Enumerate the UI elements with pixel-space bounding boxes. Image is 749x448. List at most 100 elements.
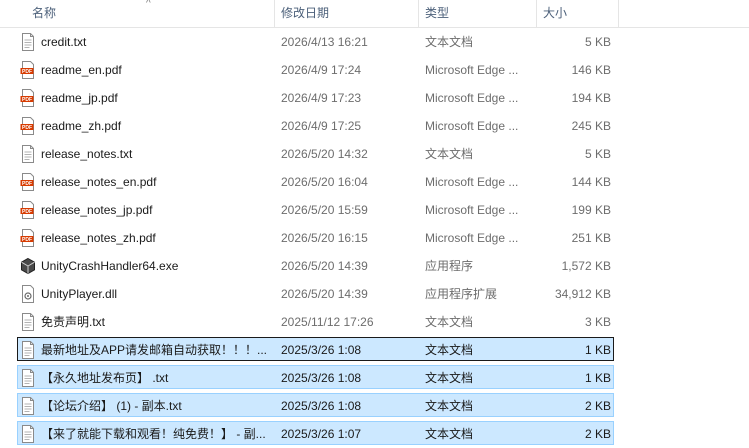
file-modified: 2026/4/9 17:24 bbox=[281, 63, 362, 77]
file-row[interactable]: 【永久地址发布页】 .txt 2025/3/26 1:08 文本文档 1 KB bbox=[0, 364, 749, 392]
file-type: 文本文档 bbox=[425, 343, 474, 357]
file-name[interactable]: 【来了就能下载和观看！纯免费！】 - 副... bbox=[41, 420, 273, 448]
file-type: Microsoft Edge ... bbox=[425, 231, 519, 245]
file-modified: 2025/3/26 1:07 bbox=[281, 427, 362, 441]
exe-file-icon bbox=[20, 257, 36, 275]
file-row[interactable]: PDF readme_en.pdf 2026/4/9 17:24 Microsoft … bbox=[0, 56, 749, 84]
column-type-header[interactable]: 类型 bbox=[425, 0, 449, 27]
file-size: 194 KB bbox=[571, 91, 611, 105]
txt-file-icon bbox=[20, 341, 36, 359]
file-type: 文本文档 bbox=[425, 371, 474, 385]
file-modified: 2026/4/13 16:21 bbox=[281, 35, 368, 49]
file-modified: 2026/4/9 17:23 bbox=[281, 91, 362, 105]
file-type: 文本文档 bbox=[425, 35, 474, 49]
file-type: Microsoft Edge ... bbox=[425, 63, 519, 77]
pdf-file-icon: PDF bbox=[20, 201, 36, 219]
file-name[interactable]: UnityCrashHandler64.exe bbox=[41, 252, 273, 280]
file-size: 144 KB bbox=[571, 175, 611, 189]
txt-file-icon bbox=[20, 425, 36, 443]
file-size: 1 KB bbox=[584, 343, 611, 357]
file-type: 应用程序 bbox=[425, 259, 474, 273]
file-name[interactable]: 【论坛介绍】 (1) - 副本.txt bbox=[41, 392, 273, 420]
file-name[interactable]: UnityPlayer.dll bbox=[41, 280, 273, 308]
file-modified: 2026/5/20 14:39 bbox=[281, 259, 368, 273]
file-row[interactable]: 免责声明.txt 2025/11/12 17:26 文本文档 3 KB bbox=[0, 308, 749, 336]
file-size: 5 KB bbox=[584, 35, 611, 49]
file-modified: 2026/5/20 14:32 bbox=[281, 147, 368, 161]
sort-ascending-icon: ^ bbox=[146, 0, 151, 9]
txt-file-icon bbox=[20, 145, 36, 163]
column-header: ^ 名称 修改日期 类型 大小 bbox=[0, 0, 749, 28]
file-row[interactable]: 【来了就能下载和观看！纯免费！】 - 副... 2025/3/26 1:07 文本文… bbox=[0, 420, 749, 448]
column-name-header[interactable]: 名称 bbox=[32, 0, 56, 27]
file-name[interactable]: readme_jp.pdf bbox=[41, 84, 273, 112]
file-type: 文本文档 bbox=[425, 427, 474, 441]
file-row[interactable]: release_notes.txt 2026/5/20 14:32 文本文档 5 KB bbox=[0, 140, 749, 168]
file-modified: 2025/11/12 17:26 bbox=[281, 315, 374, 329]
pdf-file-icon: PDF bbox=[20, 229, 36, 247]
file-size: 1,572 KB bbox=[561, 259, 611, 273]
file-row[interactable]: PDF release_notes_en.pdf 2026/5/20 16:04 Mi… bbox=[0, 168, 749, 196]
file-modified: 2025/3/26 1:08 bbox=[281, 371, 362, 385]
svg-text:PDF: PDF bbox=[22, 69, 32, 75]
file-size: 245 KB bbox=[571, 119, 611, 133]
pdf-file-icon: PDF bbox=[20, 89, 36, 107]
file-size: 199 KB bbox=[571, 203, 611, 217]
file-modified: 2025/3/26 1:08 bbox=[281, 343, 362, 357]
txt-file-icon bbox=[20, 369, 36, 387]
file-modified: 2026/5/20 14:39 bbox=[281, 287, 368, 301]
file-size: 2 KB bbox=[584, 399, 611, 413]
svg-text:PDF: PDF bbox=[22, 97, 32, 103]
file-name[interactable]: release_notes.txt bbox=[41, 140, 273, 168]
file-type: 文本文档 bbox=[425, 399, 474, 413]
file-name[interactable]: credit.txt bbox=[41, 28, 273, 56]
file-type: 应用程序扩展 bbox=[425, 287, 498, 301]
file-size: 251 KB bbox=[571, 231, 611, 245]
file-size: 1 KB bbox=[584, 371, 611, 385]
svg-text:PDF: PDF bbox=[22, 209, 32, 215]
file-name[interactable]: 免责声明.txt bbox=[41, 308, 273, 336]
file-type: Microsoft Edge ... bbox=[425, 91, 519, 105]
file-type: 文本文档 bbox=[425, 315, 474, 329]
pdf-file-icon: PDF bbox=[20, 173, 36, 191]
dll-file-icon bbox=[20, 285, 36, 303]
file-name[interactable]: readme_en.pdf bbox=[41, 56, 273, 84]
file-name[interactable]: release_notes_en.pdf bbox=[41, 168, 273, 196]
file-name[interactable]: readme_zh.pdf bbox=[41, 112, 273, 140]
file-size: 3 KB bbox=[584, 315, 611, 329]
pdf-file-icon: PDF bbox=[20, 117, 36, 135]
file-row[interactable]: PDF readme_zh.pdf 2026/4/9 17:25 Microsoft … bbox=[0, 112, 749, 140]
pdf-file-icon: PDF bbox=[20, 61, 36, 79]
column-divider[interactable] bbox=[418, 0, 419, 28]
file-modified: 2026/4/9 17:25 bbox=[281, 119, 362, 133]
file-row[interactable]: PDF readme_jp.pdf 2026/4/9 17:23 Microsoft … bbox=[0, 84, 749, 112]
file-row[interactable]: PDF release_notes_zh.pdf 2026/5/20 16:15 Mi… bbox=[0, 224, 749, 252]
svg-text:PDF: PDF bbox=[22, 125, 32, 131]
file-row[interactable]: credit.txt 2026/4/13 16:21 文本文档 5 KB bbox=[0, 28, 749, 56]
column-divider[interactable] bbox=[274, 0, 275, 28]
file-row[interactable]: 【论坛介绍】 (1) - 副本.txt 2025/3/26 1:08 文本文档 2 K… bbox=[0, 392, 749, 420]
txt-file-icon bbox=[20, 313, 36, 331]
file-name[interactable]: release_notes_zh.pdf bbox=[41, 224, 273, 252]
file-name[interactable]: release_notes_jp.pdf bbox=[41, 196, 273, 224]
column-size-header[interactable]: 大小 bbox=[543, 0, 567, 27]
file-modified: 2026/5/20 16:15 bbox=[281, 231, 368, 245]
column-modified-header[interactable]: 修改日期 bbox=[281, 0, 329, 27]
column-divider[interactable] bbox=[618, 0, 619, 28]
file-modified: 2026/5/20 15:59 bbox=[281, 203, 368, 217]
file-name[interactable]: 最新地址及APP请发邮箱自动获取！！！... bbox=[41, 336, 273, 364]
file-row[interactable]: UnityCrashHandler64.exe 2026/5/20 14:39 应用… bbox=[0, 252, 749, 280]
file-name[interactable]: 【永久地址发布页】 .txt bbox=[41, 364, 273, 392]
file-size: 5 KB bbox=[584, 147, 611, 161]
file-type: Microsoft Edge ... bbox=[425, 203, 519, 217]
file-row[interactable]: 最新地址及APP请发邮箱自动获取！！！... 2025/3/26 1:08 文本文档… bbox=[0, 336, 749, 364]
file-size: 2 KB bbox=[584, 427, 611, 441]
file-modified: 2026/5/20 16:04 bbox=[281, 175, 368, 189]
file-row[interactable]: UnityPlayer.dll 2026/5/20 14:39 应用程序扩展 34,9… bbox=[0, 280, 749, 308]
file-size: 34,912 KB bbox=[554, 287, 611, 301]
txt-file-icon bbox=[20, 397, 36, 415]
file-modified: 2025/3/26 1:08 bbox=[281, 399, 362, 413]
file-row[interactable]: PDF release_notes_jp.pdf 2026/5/20 15:59 Mi… bbox=[0, 196, 749, 224]
file-type: Microsoft Edge ... bbox=[425, 119, 519, 133]
column-divider[interactable] bbox=[536, 0, 537, 28]
